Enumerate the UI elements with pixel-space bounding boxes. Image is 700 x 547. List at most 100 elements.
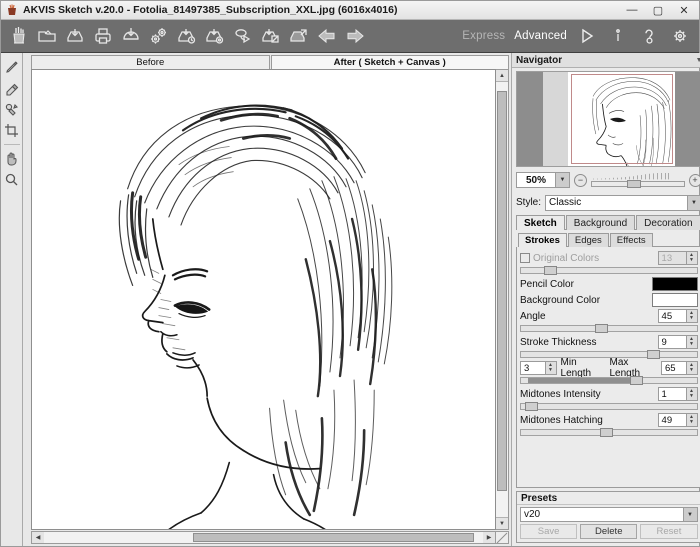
info-icon[interactable] [607, 24, 629, 48]
midtones-hatching-slider[interactable] [520, 428, 698, 437]
save-image-icon[interactable] [61, 23, 88, 50]
tab-before[interactable]: Before [31, 55, 270, 69]
slider-knob[interactable] [594, 324, 608, 333]
reset-preset-button[interactable]: Reset [640, 524, 698, 539]
canvas-hscroll-row: ◀ ▶ [23, 530, 511, 546]
original-colors-spinner[interactable]: 13 ▲ ▼ [657, 251, 698, 265]
stroke-thickness-slider[interactable] [520, 350, 698, 359]
history-brush-icon[interactable] [2, 99, 22, 120]
save-preset-icon[interactable] [201, 23, 228, 50]
slider-knob[interactable] [647, 350, 661, 359]
max-length-spinner[interactable]: 65 ▲ ▼ [661, 361, 698, 375]
angle-slider[interactable] [520, 324, 698, 333]
spinner-arrows[interactable]: ▲ ▼ [685, 388, 697, 400]
original-colors-checkbox[interactable] [520, 253, 530, 263]
tab-decoration[interactable]: Decoration [636, 215, 700, 230]
crop-icon[interactable] [2, 120, 22, 141]
zoom-slider-thumb[interactable] [626, 180, 641, 188]
spinner-arrows[interactable]: ▲ ▼ [685, 414, 697, 426]
spinner-arrows[interactable]: ▲ ▼ [685, 252, 697, 264]
vscroll-track[interactable] [496, 82, 508, 517]
spinner-arrows[interactable]: ▲ ▼ [685, 310, 697, 322]
chevron-down-icon[interactable]: ▼ [682, 508, 697, 521]
navigator-left-inner-pad [542, 72, 569, 166]
magnifier-icon[interactable] [2, 169, 22, 190]
eraser-icon[interactable] [2, 78, 22, 99]
background-color-swatch[interactable] [651, 293, 698, 307]
resize-grip[interactable] [496, 531, 509, 544]
open-image-icon[interactable] [33, 23, 60, 50]
stroke-thickness-spinner[interactable]: 9 ▲ ▼ [657, 335, 698, 349]
slider-knob[interactable] [599, 428, 613, 437]
min-length-spinner[interactable]: 3 ▲ ▼ [520, 361, 557, 375]
scroll-up-arrow[interactable]: ▲ [496, 70, 508, 82]
chevron-down-icon[interactable]: ▼ [555, 173, 569, 187]
preferences-icon[interactable] [145, 23, 172, 50]
gear-icon[interactable] [669, 24, 691, 48]
zoom-level-combo[interactable]: 50% ▼ [516, 172, 570, 188]
angle-spinner[interactable]: 45 ▲ ▼ [657, 309, 698, 323]
image-canvas[interactable] [31, 69, 496, 530]
undo-icon[interactable] [313, 23, 340, 50]
mode-express-button[interactable]: Express [462, 30, 505, 42]
canvas-vertical-scrollbar[interactable]: ▲ ▼ [496, 69, 509, 530]
subtab-edges[interactable]: Edges [567, 233, 609, 247]
hscroll-thumb[interactable] [193, 533, 475, 542]
stroke-length-range-slider[interactable] [520, 376, 698, 385]
spinner-arrows[interactable]: ▲ ▼ [685, 362, 697, 374]
preset-combo[interactable]: v20 ▼ [520, 507, 698, 522]
midtones-intensity-slider[interactable] [520, 402, 698, 411]
minus-circle-icon[interactable]: − [574, 173, 587, 187]
pencil-color-swatch[interactable] [651, 277, 698, 291]
navigator-preview[interactable] [516, 71, 700, 167]
original-colors-slider[interactable] [520, 266, 698, 275]
slider-knob[interactable] [524, 402, 538, 411]
style-combo[interactable]: Classic ▼ [545, 194, 700, 211]
print-image-icon[interactable] [89, 23, 116, 50]
subtab-strokes[interactable]: Strokes [518, 233, 567, 247]
scroll-down-arrow[interactable]: ▼ [496, 517, 508, 529]
style-label: Style: [516, 197, 542, 208]
play-triangle-icon[interactable] [576, 24, 598, 48]
akvis-sketch-window: AKVIS Sketch v.20.0 - Fotolia_81497385_S… [0, 0, 700, 547]
chevron-down-icon[interactable]: ▼ [686, 195, 700, 210]
mode-advanced-button[interactable]: Advanced [514, 30, 567, 42]
navigator-right-pad [674, 72, 700, 166]
param-stroke-length: 3 ▲ ▼ Min Length Max Length 65 ▲ ▼ [520, 357, 698, 379]
hand-icon[interactable] [2, 148, 22, 169]
scroll-right-arrow[interactable]: ▶ [483, 532, 495, 543]
midtones-hatching-spinner[interactable]: 49 ▲ ▼ [657, 413, 698, 427]
vscroll-thumb[interactable] [497, 90, 507, 491]
pencil-icon[interactable] [2, 57, 22, 78]
zoom-slider[interactable] [591, 173, 685, 188]
spinner-arrows[interactable]: ▲ ▼ [544, 362, 556, 374]
app-logo-icon[interactable] [5, 23, 32, 50]
tab-background[interactable]: Background [565, 215, 636, 230]
view-tabs: Before After ( Sketch + Canvas ) [23, 53, 511, 69]
canvas-horizontal-scrollbar[interactable]: ◀ ▶ [31, 531, 496, 544]
tab-after[interactable]: After ( Sketch + Canvas ) [270, 55, 509, 69]
chevron-down-icon[interactable]: ▼ [696, 57, 700, 64]
spinner-arrows[interactable]: ▲ ▼ [685, 336, 697, 348]
scroll-left-arrow[interactable]: ◀ [32, 532, 44, 543]
subtab-effects[interactable]: Effects [609, 233, 653, 247]
midtones-intensity-spinner[interactable]: 1 ▲ ▼ [657, 387, 698, 401]
redo-icon[interactable] [341, 23, 368, 50]
min-length-label: Min Length [560, 357, 592, 379]
maximize-button[interactable]: ▢ [645, 2, 671, 19]
load-preset-icon[interactable] [173, 23, 200, 50]
slider-knob[interactable] [543, 266, 557, 275]
share-icon[interactable] [229, 23, 256, 50]
before-after-icon[interactable] [257, 23, 284, 50]
batch-process-icon[interactable] [117, 23, 144, 50]
export-icon[interactable] [285, 23, 312, 50]
close-button[interactable]: ✕ [671, 2, 697, 19]
help-question-icon[interactable] [638, 24, 660, 48]
tab-sketch[interactable]: Sketch [516, 215, 565, 230]
plus-circle-icon[interactable]: + [688, 173, 700, 187]
range-knob-max[interactable] [629, 376, 643, 385]
save-preset-button[interactable]: Save [520, 524, 578, 539]
delete-preset-button[interactable]: Delete [580, 524, 638, 539]
hscroll-track[interactable] [44, 532, 483, 543]
minimize-button[interactable]: — [619, 2, 645, 19]
